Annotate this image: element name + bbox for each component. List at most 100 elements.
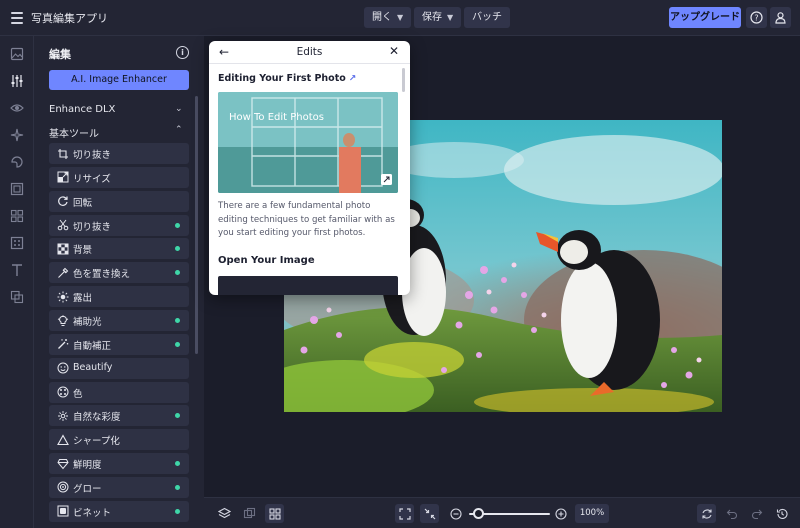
tool-label: 色を置き換え xyxy=(73,269,131,281)
zoom-out-button[interactable] xyxy=(446,504,465,523)
batch-button[interactable]: バッチ xyxy=(464,7,510,28)
tool-item[interactable]: 露出 xyxy=(49,286,189,308)
face-icon xyxy=(56,362,69,375)
chevron-down-icon[interactable]: ⌄ xyxy=(175,104,183,114)
panel-scrollbar[interactable] xyxy=(195,96,198,354)
refresh-button[interactable] xyxy=(697,504,716,523)
crop-icon xyxy=(56,147,69,160)
shrink-icon xyxy=(424,508,435,519)
vignette-icon xyxy=(56,505,69,518)
tool-item[interactable]: グロー xyxy=(49,476,189,498)
refresh-icon xyxy=(701,508,712,519)
undo-icon xyxy=(726,509,737,519)
tool-item[interactable]: 色を置き換え xyxy=(49,262,189,284)
tool-item[interactable]: Beautify xyxy=(49,357,189,379)
undo-button[interactable] xyxy=(722,504,741,523)
tool-label: ビネット xyxy=(73,507,112,519)
eyedropper-icon xyxy=(56,266,69,279)
compare-icon xyxy=(243,507,256,519)
plus-circle-icon xyxy=(554,507,567,520)
account-button[interactable] xyxy=(770,7,791,28)
triangle-icon xyxy=(56,433,69,446)
background-icon xyxy=(56,242,69,255)
grid-button[interactable] xyxy=(265,504,284,523)
premium-badge xyxy=(175,270,180,276)
sliders-icon[interactable] xyxy=(9,73,25,89)
zoom-slider-handle[interactable] xyxy=(473,508,485,519)
vibrance-icon xyxy=(56,409,69,422)
tool-label: 露出 xyxy=(73,293,93,305)
tool-item[interactable]: ビネット xyxy=(49,500,189,522)
compare-button[interactable] xyxy=(240,504,259,523)
tool-item[interactable]: 回転 xyxy=(49,190,189,212)
premium-badge xyxy=(175,413,180,419)
collage-icon[interactable] xyxy=(9,208,25,224)
panel-title: 編集 xyxy=(49,48,71,61)
premium-badge xyxy=(175,484,180,490)
layers-button[interactable] xyxy=(215,504,234,523)
eye-icon[interactable] xyxy=(9,100,25,116)
left-rail xyxy=(0,36,34,528)
history-button[interactable] xyxy=(772,504,791,523)
tool-item[interactable]: 切り抜き xyxy=(49,143,189,164)
overlay-icon[interactable] xyxy=(9,289,25,305)
popup-scrollbar[interactable] xyxy=(402,68,405,92)
tool-item[interactable]: 切り抜き xyxy=(49,214,189,236)
sun-icon xyxy=(56,290,69,303)
tool-item[interactable]: 背景 xyxy=(49,238,189,260)
upgrade-button[interactable]: アップグレード xyxy=(669,7,741,28)
tool-label: 切り抜き xyxy=(73,221,112,233)
save-button[interactable]: 保存 ▼ xyxy=(414,7,462,28)
image-icon[interactable] xyxy=(9,46,25,62)
edit-panel: 編集 i A.I. Image Enhancer Enhance DLX ⌄ 基… xyxy=(34,36,204,528)
tool-label: シャープ化 xyxy=(73,436,120,448)
resize-icon xyxy=(56,171,69,184)
zoom-level[interactable]: 100% xyxy=(575,504,609,523)
tool-item[interactable]: 鮮明度 xyxy=(49,453,189,475)
chevron-up-icon[interactable]: ⌃ xyxy=(175,125,183,135)
tool-item[interactable]: 補助光 xyxy=(49,310,189,331)
edits-popup: ← Edits ✕ Editing Your First Photo ↗ How … xyxy=(209,41,410,295)
section-basic-tools[interactable]: 基本ツール xyxy=(49,125,99,140)
tool-item[interactable]: リサイズ xyxy=(49,166,189,188)
top-bar: 写真編集アプリ 開く ▼ 保存 ▼ バッチ アップグレード ? xyxy=(0,0,800,36)
tool-item[interactable]: 自動補正 xyxy=(49,333,189,355)
sparkle-icon[interactable] xyxy=(9,127,25,143)
open-button[interactable]: 開く ▼ xyxy=(364,7,412,28)
tool-item[interactable]: 色 xyxy=(49,381,189,403)
lightbulb-icon xyxy=(56,314,69,327)
history-icon xyxy=(776,508,788,519)
close-icon[interactable]: ✕ xyxy=(389,44,399,58)
tool-item[interactable]: 自然な彩度 xyxy=(49,405,189,427)
minus-circle-icon xyxy=(449,507,462,520)
grid-icon xyxy=(268,507,281,520)
rotate-icon xyxy=(56,195,69,208)
tool-label: グロー xyxy=(73,483,102,495)
sticker-icon[interactable] xyxy=(9,154,25,170)
layers-icon xyxy=(218,507,231,519)
help-button[interactable]: ? xyxy=(746,7,767,28)
info-icon[interactable]: i xyxy=(176,46,189,59)
chevron-down-icon: ▼ xyxy=(447,13,454,22)
tutorial-thumbnail[interactable] xyxy=(218,92,398,193)
premium-badge xyxy=(175,246,180,252)
tool-label: 背景 xyxy=(73,245,93,257)
text-icon[interactable] xyxy=(9,262,25,278)
hamburger-menu-icon[interactable] xyxy=(10,9,26,25)
ai-enhancer-button[interactable]: A.I. Image Enhancer xyxy=(49,70,189,90)
redo-icon xyxy=(751,509,762,519)
tutorial-screenshot xyxy=(218,276,398,295)
section-enhance-dlx[interactable]: Enhance DLX xyxy=(49,104,115,115)
zoom-in-button[interactable] xyxy=(551,504,570,523)
tutorial-link[interactable]: Editing Your First Photo ↗ xyxy=(218,73,356,84)
tool-label: 回転 xyxy=(73,197,93,209)
texture-icon[interactable] xyxy=(9,235,25,251)
frame-icon[interactable] xyxy=(9,181,25,197)
redo-button[interactable] xyxy=(747,504,766,523)
tool-item[interactable]: シャープ化 xyxy=(49,429,189,451)
fit-screen-button[interactable] xyxy=(395,504,414,523)
actual-size-button[interactable] xyxy=(420,504,439,523)
diamond-icon xyxy=(56,457,69,470)
tutorial-link-text: Editing Your First Photo xyxy=(218,73,346,84)
chevron-down-icon: ▼ xyxy=(397,13,404,22)
